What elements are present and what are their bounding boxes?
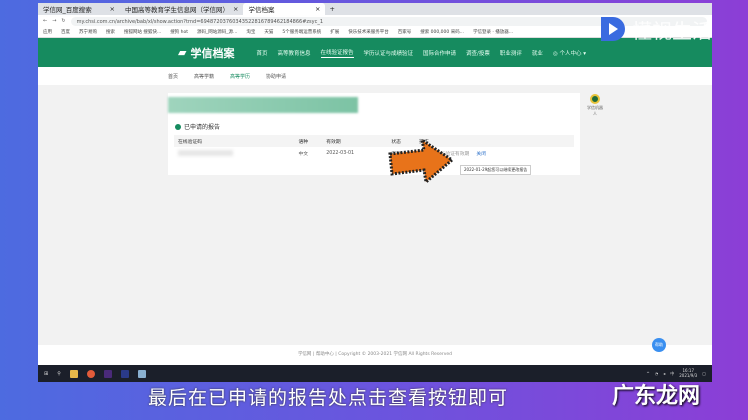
nav-jobs[interactable]: 就业 bbox=[532, 49, 543, 57]
windows-start-icon[interactable]: ⊞ bbox=[44, 371, 48, 377]
bookmark[interactable]: 搜狐网站 搜狐快... bbox=[124, 29, 161, 35]
sub-nav: 首页 高等学籍 高等学历 协助申请 bbox=[38, 67, 712, 85]
forward-icon[interactable]: → bbox=[52, 18, 56, 24]
robot-label: 学信机器人 bbox=[587, 105, 603, 116]
footer: 学信网 | 帮助中心 | Copyright © 2003-2021 学信网 A… bbox=[38, 345, 712, 365]
nav-certification[interactable]: 学历认证与成绩验证 bbox=[364, 49, 414, 57]
report-card: 已申请的报告 在线验证码语种有效期状态操作 中文 2022-03-01 有效 查… bbox=[168, 93, 580, 175]
close-icon[interactable]: × bbox=[315, 5, 320, 13]
robot-icon bbox=[590, 94, 600, 104]
play-logo-icon bbox=[601, 17, 625, 41]
notification-icon[interactable]: ▢ bbox=[702, 371, 706, 376]
table-row: 中文 2022-03-01 有效 查看延长验证有效期关闭 bbox=[174, 147, 574, 160]
bookmark[interactable]: 扩展 bbox=[330, 29, 339, 35]
ime-indicator[interactable]: 中 bbox=[670, 371, 674, 377]
book-icon: ▰ bbox=[178, 46, 187, 59]
bookmark[interactable]: 苏宁易购 bbox=[79, 29, 97, 35]
close-icon[interactable]: × bbox=[233, 5, 238, 13]
bookmark[interactable]: 搜索 000,000 采码... bbox=[420, 29, 464, 35]
system-tray: ^ ◔ ◂ 中 16:17 2021/9/3 ▢ bbox=[646, 368, 706, 379]
nav-career-test[interactable]: 职业测评 bbox=[500, 49, 522, 57]
watermark-text: 懂视生活 bbox=[632, 18, 712, 43]
col-header: 语种 bbox=[294, 135, 323, 147]
watermark-top: 懂视生活 bbox=[598, 14, 712, 44]
nav-education[interactable]: 高等教育信息 bbox=[277, 49, 310, 57]
subnav-degree[interactable]: 高等学历 bbox=[230, 73, 250, 80]
network-icon[interactable]: ◔ bbox=[655, 371, 659, 376]
check-icon bbox=[175, 123, 181, 130]
robot-assistant[interactable]: 学信机器人 bbox=[586, 94, 604, 117]
volume-icon[interactable]: ◂ bbox=[663, 371, 665, 376]
footer-link[interactable]: 帮助中心 bbox=[316, 352, 334, 357]
pointer-arrow-icon bbox=[388, 138, 454, 184]
footer-link[interactable]: 学信网 bbox=[298, 352, 312, 357]
copyright: Copyright © 2003-2021 学信网 All Rights Res… bbox=[338, 352, 453, 357]
nav-user-center[interactable]: ◎ 个人中心 ▾ bbox=[553, 49, 586, 57]
premiere-icon[interactable] bbox=[103, 369, 112, 378]
tooltip: 2022-01-29起您可以继续更改报告 bbox=[460, 165, 532, 175]
bookmark[interactable]: 源码_网站源码_源... bbox=[197, 29, 237, 35]
close-icon[interactable]: × bbox=[110, 5, 115, 13]
bookmark[interactable]: 快乐技术采服务平台 bbox=[348, 29, 389, 35]
close-report-button[interactable]: 关闭 bbox=[476, 152, 486, 157]
section-title: 已申请的报告 bbox=[184, 124, 221, 131]
taskbar: ⊞ ⚲ ^ ◔ ◂ 中 16:17 2021/9/3 ▢ bbox=[38, 365, 712, 382]
expiry-cell: 2022-03-01 bbox=[326, 151, 355, 156]
bookmark[interactable]: 学信登录 · 播放器... bbox=[473, 29, 513, 35]
col-header: 在线验证码 bbox=[174, 135, 295, 147]
bookmark[interactable]: 搜索 bbox=[106, 29, 115, 35]
bookmark[interactable]: 百家号 bbox=[398, 29, 412, 35]
watermark-bottom: 广东龙网 bbox=[612, 384, 701, 409]
chevron-up-icon[interactable]: ^ bbox=[646, 371, 649, 376]
report-table: 在线验证码语种有效期状态操作 中文 2022-03-01 有效 查看延长验证有效… bbox=[174, 135, 574, 160]
tab-archive[interactable]: 学信档案 × bbox=[243, 3, 326, 15]
app-icon[interactable] bbox=[137, 369, 146, 378]
user-center-label: 个人中心 bbox=[559, 50, 582, 57]
blurred-banner bbox=[168, 97, 358, 113]
nav-online-report[interactable]: 在线验证报告 bbox=[320, 48, 354, 58]
tab-baidu[interactable]: 学信网_百度搜索 × bbox=[38, 3, 120, 15]
col-header: 有效期 bbox=[322, 135, 388, 147]
site-logo[interactable]: ▰ 学信档案 bbox=[178, 45, 234, 61]
back-icon[interactable]: ← bbox=[43, 18, 47, 24]
nav-home[interactable]: 首页 bbox=[256, 49, 267, 57]
bookmark[interactable]: 应用 bbox=[43, 29, 52, 35]
bookmark[interactable]: 5个服务端运营系统 bbox=[282, 29, 321, 35]
language-cell: 中文 bbox=[298, 152, 309, 157]
nav-survey[interactable]: 调查/投票 bbox=[466, 49, 490, 57]
bookmark[interactable]: 天猫 bbox=[264, 29, 273, 35]
tab-label: 学信档案 bbox=[248, 6, 275, 14]
help-button[interactable]: 帮助 bbox=[652, 338, 666, 352]
reload-icon[interactable]: ↻ bbox=[61, 18, 65, 24]
tab-label: 中国高等教育学生信息网（学信网） bbox=[125, 6, 229, 14]
logo-text: 学信档案 bbox=[190, 46, 235, 60]
file-explorer-icon[interactable] bbox=[69, 369, 78, 378]
video-subtitle: 最后在已申请的报告处点击查看按钮即可 bbox=[148, 387, 509, 409]
nav-international[interactable]: 国际合作申请 bbox=[423, 49, 456, 57]
browser-window: 学信网_百度搜索 × 中国高等教育学生信息网（学信网） × 学信档案 × + ← → ↻ … bbox=[38, 3, 712, 365]
date: 2021/9/3 bbox=[679, 372, 698, 378]
tab-chsi[interactable]: 中国高等教育学生信息网（学信网） × bbox=[120, 3, 243, 15]
clock[interactable]: 16:17 2021/9/3 bbox=[679, 368, 698, 379]
bookmark[interactable]: 百度 bbox=[61, 29, 70, 35]
new-tab-button[interactable]: + bbox=[325, 3, 338, 15]
search-icon[interactable]: ⚲ bbox=[57, 371, 61, 377]
subnav-assist[interactable]: 协助申请 bbox=[266, 73, 286, 80]
photoshop-icon[interactable] bbox=[120, 369, 129, 378]
subnav-enrollment[interactable]: 高等学籍 bbox=[194, 73, 214, 80]
bookmark[interactable]: 搜狗 hot bbox=[170, 29, 188, 35]
bookmark[interactable]: 淘宝 bbox=[246, 29, 255, 35]
verification-code bbox=[174, 147, 294, 160]
subnav-home[interactable]: 首页 bbox=[168, 73, 178, 80]
chrome-icon[interactable] bbox=[86, 369, 95, 378]
tab-label: 学信网_百度搜索 bbox=[43, 6, 92, 14]
